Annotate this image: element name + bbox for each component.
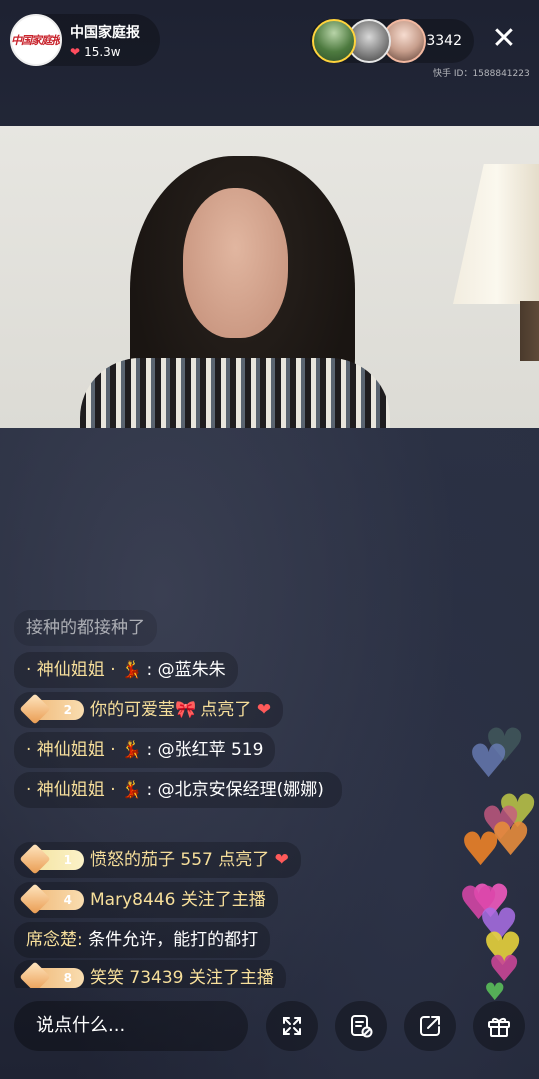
chat-username[interactable]: · 神仙姐姐 ·	[26, 740, 116, 760]
lamp-shade	[453, 164, 539, 304]
heart-icon: ❤	[274, 850, 289, 870]
fan-level-badge: 2	[28, 700, 84, 720]
chat-message: 8 笑笑 73439 关注了主播	[14, 960, 286, 988]
comment-input[interactable]: 说点什么...	[14, 1001, 248, 1051]
presenter-sweater	[80, 358, 390, 428]
chat-message: · 神仙姐姐 · 💃 : @北京安保经理(娜娜)	[14, 772, 342, 808]
share-button[interactable]	[404, 1001, 456, 1051]
chat-username[interactable]: Mary8446	[90, 890, 175, 910]
viewer-count[interactable]: 3342	[426, 19, 462, 63]
fullscreen-button[interactable]	[266, 1001, 318, 1051]
chat-username[interactable]: · 神仙姐姐 ·	[26, 660, 116, 680]
viewer-list[interactable]: 3342	[310, 19, 474, 63]
comment-placeholder: 说点什么...	[36, 1015, 126, 1036]
chat-text: 点亮了	[200, 700, 252, 720]
fan-level-badge: 4	[28, 890, 84, 910]
gift-button[interactable]	[473, 1001, 525, 1051]
heart-icon: ♥	[460, 822, 502, 876]
chat-message: 1 愤怒的茄子 557 点亮了 ❤	[14, 842, 301, 878]
live-video[interactable]	[0, 126, 539, 428]
dancer-icon: 💃	[121, 660, 143, 680]
fan-level-badge: 8	[28, 968, 84, 988]
chat-message: 席念楚: 条件允许，能打的都打	[14, 922, 271, 958]
chat-text: : @北京安保经理(娜娜)	[146, 780, 324, 800]
bow-icon: 🎀	[175, 700, 197, 720]
expand-icon	[283, 1017, 301, 1035]
heart-icon: ❤	[256, 700, 272, 720]
fan-level-badge: 1	[28, 850, 84, 870]
chat-username[interactable]: 你的可爱莹	[90, 700, 175, 720]
host-info: 中国家庭报 ❤ 15.3w	[70, 22, 140, 59]
presenter-face	[183, 188, 288, 338]
clear-screen-button[interactable]	[335, 1001, 387, 1051]
close-icon: ✕	[491, 20, 517, 56]
chat-username[interactable]: 席念楚:	[26, 930, 83, 950]
chat-username[interactable]: · 神仙姐姐 ·	[26, 780, 116, 800]
chat-message: · 神仙姐姐 · 💃 : @蓝朱朱	[14, 652, 238, 688]
dancer-icon: 💃	[121, 740, 143, 760]
heart-icon: ❤	[70, 44, 81, 59]
chat-text: 条件允许，能打的都打	[88, 930, 259, 950]
host-info-pill[interactable]: 中国家庭报 中国家庭报 ❤ 15.3w	[10, 14, 160, 66]
lamp-base	[520, 301, 539, 361]
chat-text: 接种的都接种了	[26, 618, 145, 638]
chat-message: 2 你的可爱莹🎀 点亮了 ❤	[14, 692, 284, 728]
dancer-icon: 💃	[121, 780, 143, 800]
close-button[interactable]: ✕	[486, 20, 522, 56]
chat-text: : @蓝朱朱	[146, 660, 226, 680]
chat-username[interactable]: 愤怒的茄子 557	[90, 850, 213, 870]
chat-text: 关注了主播	[188, 968, 274, 988]
viewer-avatar[interactable]	[312, 19, 356, 63]
likes-value: 15.3w	[84, 44, 121, 59]
gift-icon	[488, 1017, 510, 1037]
likes-count: ❤ 15.3w	[70, 45, 140, 59]
clear-screen-icon	[351, 1015, 373, 1038]
share-icon	[420, 1016, 440, 1036]
chat-message: 4 Mary8446 关注了主播	[14, 882, 278, 918]
chat-message: 接种的都接种了	[14, 610, 157, 646]
host-avatar[interactable]: 中国家庭报	[10, 14, 62, 66]
chat-username[interactable]: 笑笑 73439	[90, 968, 183, 988]
chat-text: 关注了主播	[180, 890, 266, 910]
kuaishou-id: 快手 ID：1588841223	[433, 69, 530, 79]
host-name: 中国家庭报	[70, 24, 140, 41]
chat-message: · 神仙姐姐 · 💃 : @张红苹 519	[14, 732, 276, 768]
chat-list[interactable]: 接种的都接种了 · 神仙姐姐 · 💃 : @蓝朱朱 2 你的可爱莹🎀 点亮了 ❤ …	[14, 610, 354, 988]
heart-icon: ♥	[468, 734, 510, 788]
chat-text: : @张红苹 519	[146, 740, 264, 760]
chat-text: 点亮了	[218, 850, 270, 870]
